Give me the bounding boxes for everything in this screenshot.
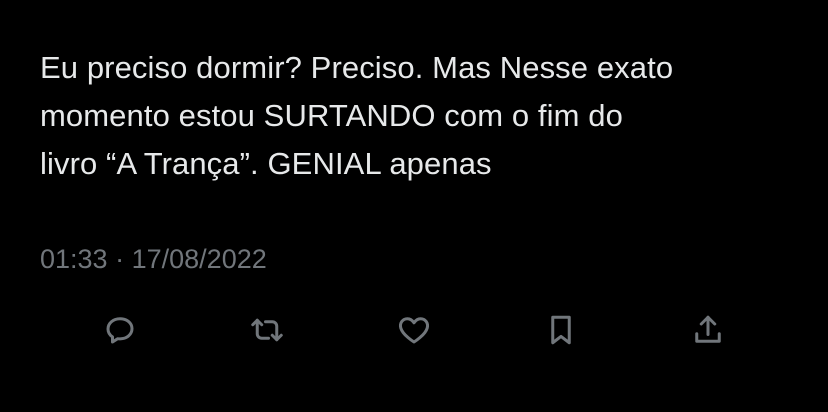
retweet-button[interactable] [245,308,289,352]
tweet-timestamp[interactable]: 01:33 · 17/08/2022 [40,240,267,278]
tweet-date: 17/08/2022 [131,244,267,274]
timestamp-separator: · [115,244,125,274]
heart-icon [399,317,429,344]
reply-button[interactable] [98,308,142,352]
tweet-actions [0,308,828,352]
tweet-time: 01:33 [40,244,108,274]
bookmark-icon [551,315,571,345]
share-button[interactable] [686,308,730,352]
tweet-text: Eu preciso dormir? Preciso. Mas Nesse ex… [40,44,800,188]
tweet-text-line: livro “A Trança”. GENIAL apenas [40,146,492,181]
like-button[interactable] [392,308,436,352]
bookmark-button[interactable] [539,308,583,352]
reply-icon [106,317,134,344]
share-icon [695,315,721,343]
tweet-text-line: momento estou SURTANDO com o fim do [40,98,623,133]
retweet-icon [251,318,283,342]
tweet-text-line: Eu preciso dormir? Preciso. Mas Nesse ex… [40,50,674,85]
